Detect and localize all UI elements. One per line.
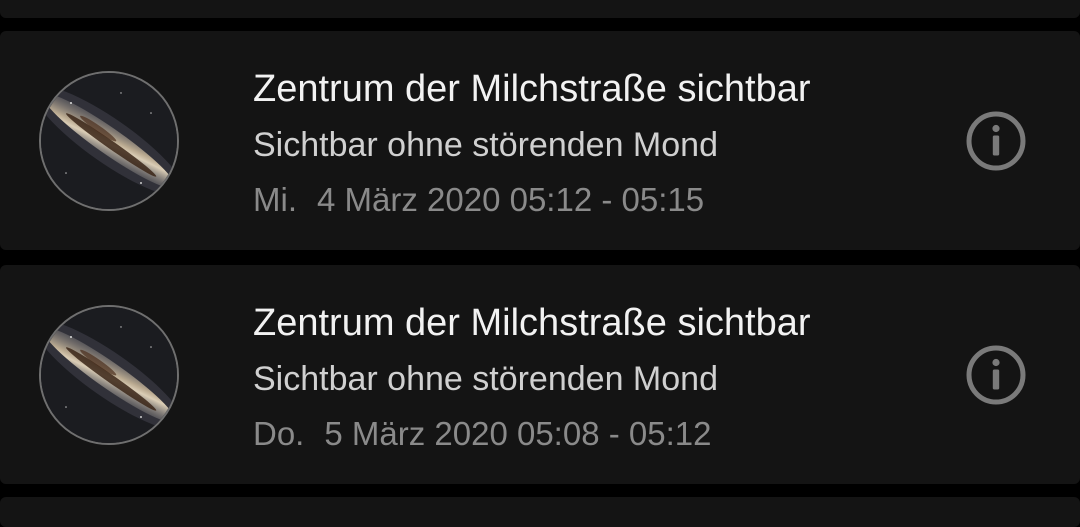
milky-way-image: [41, 307, 177, 443]
milky-way-thumbnail: [39, 71, 179, 211]
event-card-next[interactable]: [0, 497, 1080, 527]
info-icon: [966, 345, 1026, 405]
info-icon: [966, 111, 1026, 171]
event-subtitle: Sichtbar ohne störenden Mond: [253, 360, 718, 398]
event-card[interactable]: Zentrum der Milchstraße sichtbar Sichtba…: [0, 31, 1080, 250]
event-datetime: Do. 5 März 2020 05:08 - 05:12: [253, 414, 711, 454]
event-datetime: Mi. 4 März 2020 05:12 - 05:15: [253, 180, 704, 220]
event-card[interactable]: Zentrum der Milchstraße sichtbar Sichtba…: [0, 265, 1080, 484]
event-subtitle: Sichtbar ohne störenden Mond: [253, 126, 718, 164]
info-button[interactable]: [966, 111, 1026, 171]
event-date-time: 5 März 2020 05:08 - 05:12: [324, 415, 712, 452]
event-date-time: 4 März 2020 05:12 - 05:15: [317, 181, 705, 218]
milky-way-image: [41, 73, 177, 209]
info-button[interactable]: [966, 345, 1026, 405]
event-title: Zentrum der Milchstraße sichtbar: [253, 68, 811, 110]
event-weekday: Mi.: [253, 181, 297, 218]
event-title: Zentrum der Milchstraße sichtbar: [253, 302, 811, 344]
event-weekday: Do.: [253, 415, 305, 452]
event-card-previous[interactable]: [0, 0, 1080, 18]
milky-way-thumbnail: [39, 305, 179, 445]
